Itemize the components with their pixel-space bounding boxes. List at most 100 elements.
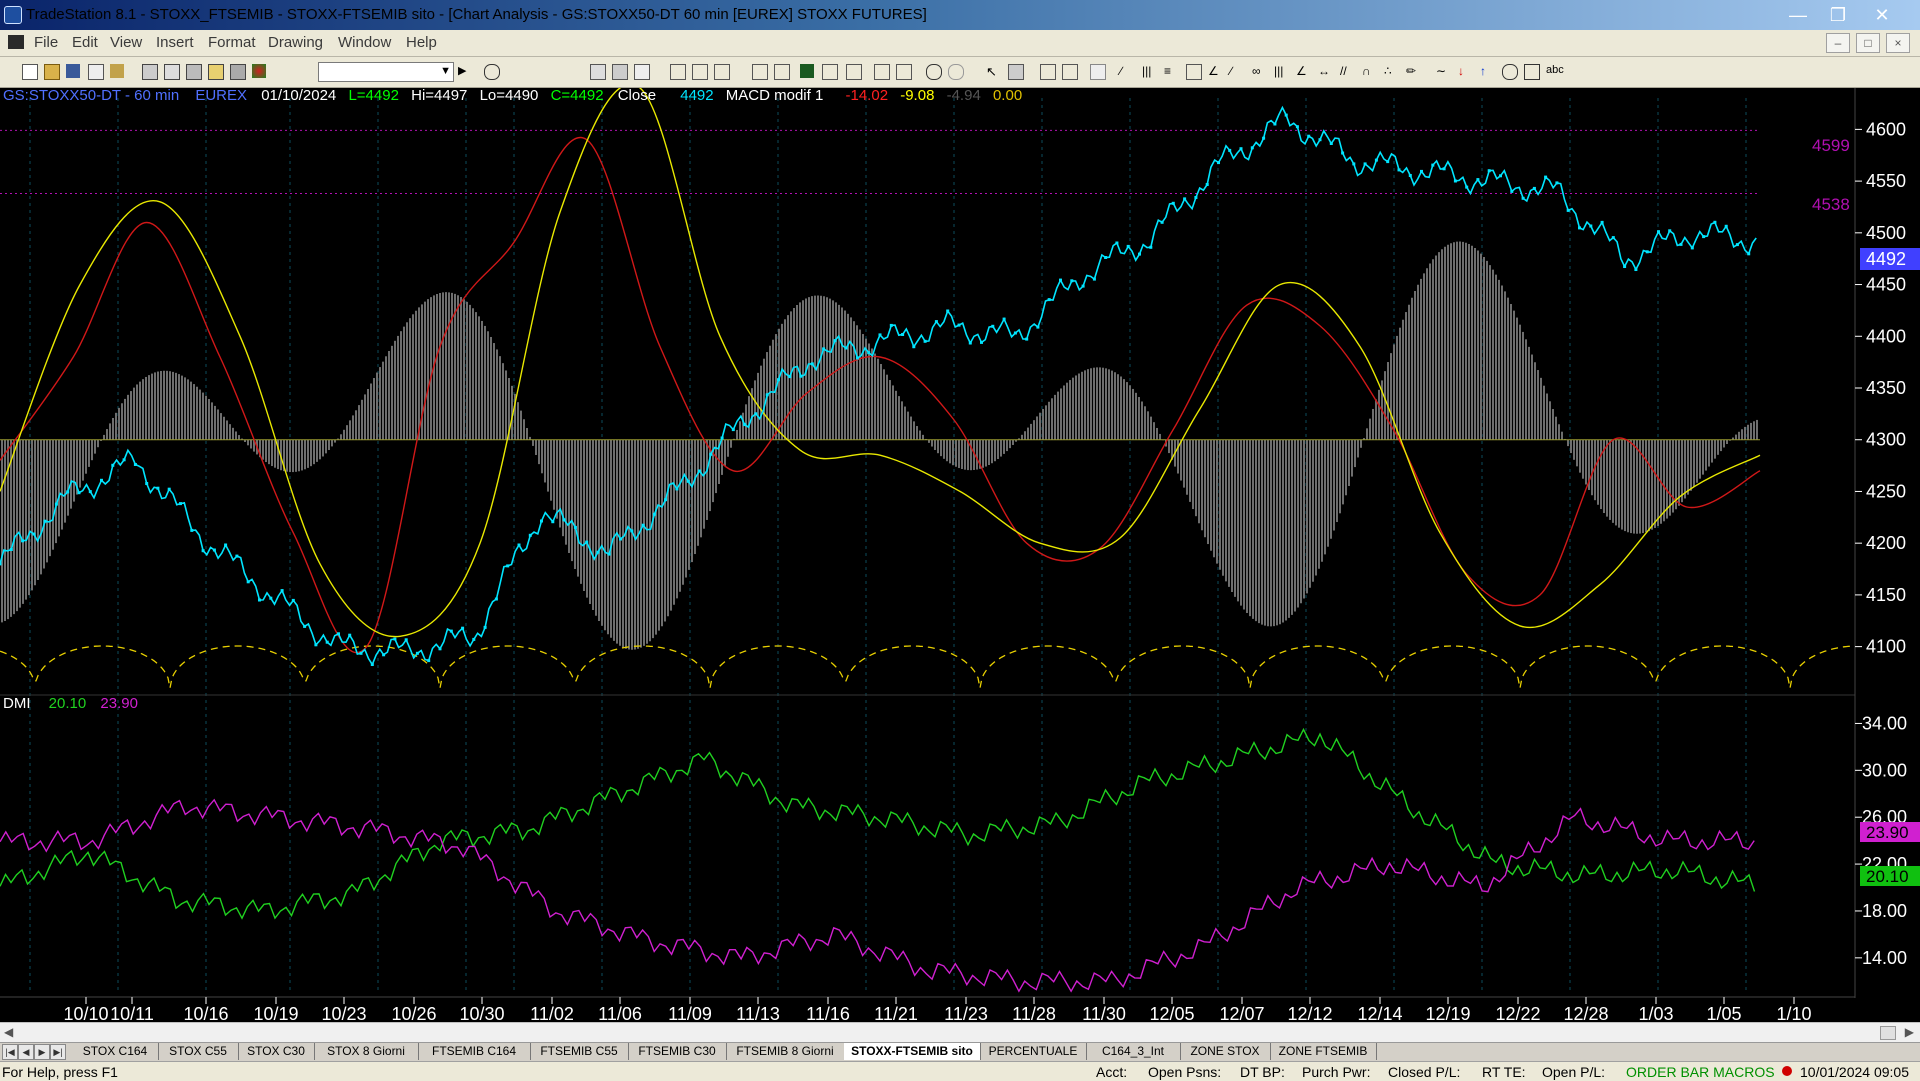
signal-icon[interactable]: [822, 64, 838, 80]
chevron-down-icon[interactable]: ▼: [440, 65, 451, 77]
scroll-left-icon[interactable]: ◀: [4, 1025, 13, 1039]
menu-view[interactable]: View: [110, 34, 142, 51]
zoom-in-icon[interactable]: [926, 64, 942, 80]
menu-file[interactable]: File: [34, 34, 58, 51]
tab-stox-8-giorni[interactable]: STOX 8 Giorni: [314, 1043, 419, 1060]
vertical-lines-icon[interactable]: |||: [1142, 64, 1156, 78]
rectangle-icon[interactable]: [1524, 64, 1540, 80]
mdi-close-icon[interactable]: ×: [1886, 33, 1910, 53]
menu-insert[interactable]: Insert: [156, 34, 194, 51]
data-window-icon[interactable]: [634, 64, 650, 80]
scroll-thumb[interactable]: [1880, 1026, 1896, 1040]
ellipse-icon[interactable]: [1502, 64, 1518, 80]
pencil-icon[interactable]: ✏: [1406, 64, 1420, 78]
print-icon[interactable]: [142, 64, 158, 80]
format-icon[interactable]: [612, 64, 628, 80]
page-icon[interactable]: [1090, 64, 1106, 80]
search-icon[interactable]: [484, 64, 500, 80]
lock-icon[interactable]: [208, 64, 224, 80]
expand-icon[interactable]: [896, 64, 912, 80]
new-icon[interactable]: [22, 64, 38, 80]
refresh-icon[interactable]: [714, 64, 730, 80]
exchange-label: EUREX: [195, 88, 247, 104]
fan-icon[interactable]: ∠: [1208, 64, 1222, 78]
tab-zone-stox[interactable]: ZONE STOX: [1180, 1043, 1271, 1060]
maximize-icon[interactable]: ❐: [1818, 2, 1858, 28]
link-icon[interactable]: [692, 64, 708, 80]
horizontal-lines-icon[interactable]: ≡: [1164, 64, 1178, 78]
fib-icon[interactable]: [1186, 64, 1202, 80]
arrow-lr-icon[interactable]: ↔: [1318, 64, 1332, 78]
chart-canvas[interactable]: 4600 4550 4500 4450 4400 4350 4300 4250 4200 4150…: [0, 88, 1920, 1022]
tab-zone-ftsemib[interactable]: ZONE FTSEMIB: [1270, 1043, 1377, 1060]
properties-icon[interactable]: [186, 64, 202, 80]
candle-icon[interactable]: [670, 64, 686, 80]
chart-window-icon[interactable]: [8, 35, 24, 49]
status-bar: For Help, press F1 Acct: Open Psns: DT B…: [0, 1061, 1920, 1081]
speed-lines-icon[interactable]: ∞: [1252, 64, 1266, 78]
tab-ftsemib-c55[interactable]: FTSEMIB C55: [530, 1043, 629, 1060]
tab-stoxx-ftsemib-sito[interactable]: STOXX-FTSEMIB sito: [844, 1043, 981, 1060]
shapes-icon[interactable]: [252, 64, 266, 78]
tab-stox-c164[interactable]: STOX C164: [72, 1043, 159, 1060]
wrench-icon[interactable]: [1040, 64, 1056, 80]
compress-icon[interactable]: [874, 64, 890, 80]
mdi-restore-icon[interactable]: □: [1856, 33, 1880, 53]
refresh-data-icon[interactable]: [1062, 64, 1078, 80]
zoom-out-icon[interactable]: [948, 64, 964, 80]
scroll-right-icon[interactable]: ▶: [1905, 1025, 1914, 1039]
arrow-up-icon[interactable]: ↑: [1480, 64, 1494, 78]
tab-ftsemib-8-giorni[interactable]: FTSEMIB 8 Giorni: [726, 1043, 845, 1060]
order-bar-macros[interactable]: ORDER BAR MACROS: [1626, 1064, 1775, 1080]
tab-ftsemib-c164[interactable]: FTSEMIB C164: [418, 1043, 531, 1060]
close-icon[interactable]: ✕: [1862, 2, 1902, 28]
tab-c164-3-int[interactable]: C164_3_Int: [1086, 1043, 1181, 1060]
arrow-down-icon[interactable]: ↓: [1458, 64, 1472, 78]
tab-first-icon[interactable]: |◀: [2, 1044, 18, 1060]
chart-window[interactable]: 4600 4550 4500 4450 4400 4350 4300 4250 4200 4150…: [0, 88, 1920, 1022]
cursor-icon[interactable]: ↖: [986, 64, 1000, 79]
angle-icon[interactable]: ∠: [1296, 64, 1310, 78]
tools-icon[interactable]: [230, 64, 246, 80]
tab-stox-c30[interactable]: STOX C30: [238, 1043, 315, 1060]
bar-icon[interactable]: [590, 64, 606, 80]
folder-icon[interactable]: [88, 64, 104, 80]
date-axis-label: 12/19: [1425, 1004, 1470, 1022]
workspace-icon[interactable]: [110, 64, 124, 78]
horizontal-scrollbar[interactable]: ◀ ▶: [0, 1022, 1920, 1043]
curve-icon[interactable]: ∼: [1436, 64, 1450, 78]
minimize-icon[interactable]: —: [1778, 2, 1818, 28]
save-icon[interactable]: [66, 64, 80, 78]
tab-next-icon[interactable]: ▶: [34, 1044, 50, 1060]
status-rt-te: RT TE:: [1482, 1064, 1526, 1080]
green-square-icon[interactable]: [800, 64, 814, 78]
print-preview-icon[interactable]: [164, 64, 180, 80]
mdi-minimize-icon[interactable]: –: [1826, 33, 1850, 53]
tab-ftsemib-c30[interactable]: FTSEMIB C30: [628, 1043, 727, 1060]
tab-prev-icon[interactable]: ◀: [18, 1044, 34, 1060]
text-icon[interactable]: abc: [1546, 64, 1568, 78]
hand-icon[interactable]: [1008, 64, 1024, 80]
menu-help[interactable]: Help: [406, 34, 437, 51]
trendline-icon[interactable]: ∕: [1120, 64, 1134, 78]
menu-drawing[interactable]: Drawing: [268, 34, 323, 51]
tab-percentuale[interactable]: PERCENTUALE: [980, 1043, 1087, 1060]
menu-window[interactable]: Window: [338, 34, 391, 51]
channel-icon[interactable]: ∕: [1230, 64, 1244, 78]
pitchfork-icon[interactable]: ∴: [1384, 64, 1398, 78]
tab-last-icon[interactable]: ▶|: [50, 1044, 66, 1060]
status-closed-pl: Closed P/L:: [1388, 1064, 1461, 1080]
arc-icon[interactable]: ∩: [1362, 64, 1376, 78]
indicator-icon[interactable]: [774, 64, 790, 80]
symbol-combo[interactable]: ▼: [318, 62, 454, 82]
gann-icon[interactable]: |||: [1274, 64, 1288, 78]
parallel-icon[interactable]: //: [1340, 64, 1354, 78]
date-axis-label: 10/23: [321, 1004, 366, 1022]
play-icon[interactable]: ▶: [458, 64, 472, 78]
strategy-icon[interactable]: [846, 64, 862, 80]
open-icon[interactable]: [44, 64, 60, 80]
tab-stox-c55[interactable]: STOX C55: [158, 1043, 239, 1060]
chart-style-icon[interactable]: [752, 64, 768, 80]
menu-format[interactable]: Format: [208, 34, 256, 51]
menu-edit[interactable]: Edit: [72, 34, 98, 51]
